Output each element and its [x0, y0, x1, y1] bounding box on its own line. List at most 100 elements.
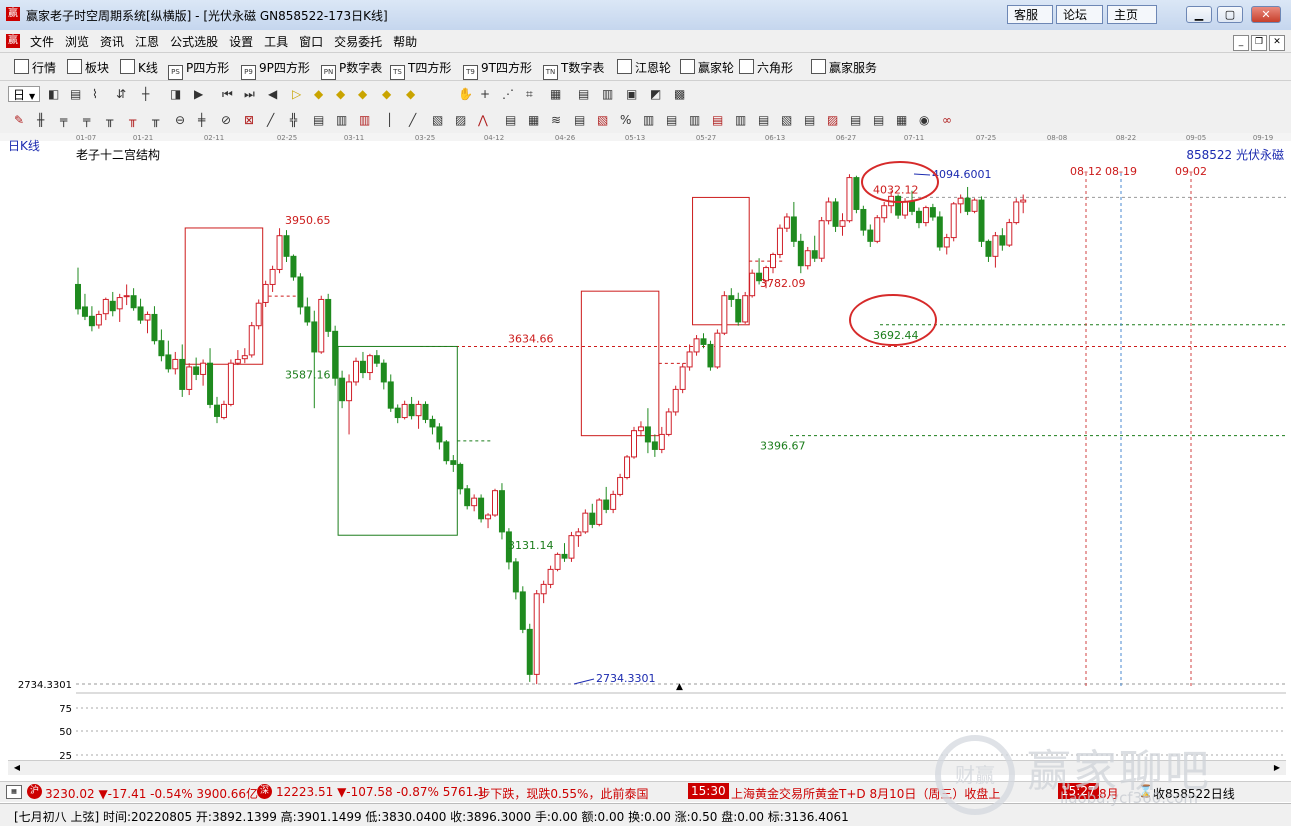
drawing-tool-icon[interactable]: ╱: [267, 113, 281, 127]
period-selector[interactable]: 日 ▼: [8, 86, 40, 102]
toolbar-item-9[interactable]: 江恩轮: [617, 59, 671, 76]
chart-tool-icon[interactable]: ◆: [382, 87, 396, 101]
chart-area[interactable]: 01-07 01-21 02-11 02-25 03-11 03-25 04-12 04-26…: [0, 133, 1291, 762]
chart-tool-icon[interactable]: +: [480, 87, 494, 101]
chart-tool-icon[interactable]: ◩: [650, 87, 664, 101]
mdi-restore-icon[interactable]: ❐: [1251, 35, 1267, 51]
news-ticker[interactable]: -步下跌，现跌0.55%，此前泰国: [474, 785, 684, 802]
menu-item[interactable]: 公式选股: [170, 35, 218, 49]
drawing-tool-icon[interactable]: ▧: [781, 113, 795, 127]
drawing-tool-icon[interactable]: ⊘: [221, 113, 235, 127]
drawing-tool-icon[interactable]: ▨: [455, 113, 469, 127]
chart-tool-icon[interactable]: ▩: [674, 87, 688, 101]
drawing-tool-icon[interactable]: ╪: [198, 113, 212, 127]
drawing-tool-icon[interactable]: ▤: [313, 113, 327, 127]
toolbar-item-12[interactable]: 赢家服务: [811, 59, 877, 76]
toolbar-item-6[interactable]: TS T四方形: [390, 59, 451, 80]
drawing-tool-icon[interactable]: ▤: [850, 113, 864, 127]
drawing-tool-icon[interactable]: ⋀: [478, 113, 492, 127]
menu-item[interactable]: 浏览: [65, 35, 89, 49]
chart-tool-icon[interactable]: ◧: [48, 87, 62, 101]
drawing-tool-icon[interactable]: ▤: [758, 113, 772, 127]
drawing-tool-icon[interactable]: ▤: [712, 113, 726, 127]
drawing-tool-icon[interactable]: ✎: [14, 113, 28, 127]
drawing-tool-icon[interactable]: ▥: [689, 113, 703, 127]
chart-tool-icon[interactable]: ◀: [268, 87, 282, 101]
chart-tool-icon[interactable]: ⋰: [502, 87, 516, 101]
drawing-tool-icon[interactable]: ▥: [359, 113, 373, 127]
chart-tool-icon[interactable]: ⏮: [222, 87, 236, 101]
chart-tool-icon[interactable]: ⌇: [92, 87, 106, 101]
scroll-left-icon[interactable]: ◀: [10, 762, 24, 773]
chart-tool-icon[interactable]: ◨: [170, 87, 184, 101]
service-button[interactable]: 客服: [1007, 5, 1053, 24]
drawing-tool-icon[interactable]: │: [386, 113, 400, 127]
toolbar-item-4[interactable]: P9 9P四方形: [241, 59, 310, 80]
maximize-button[interactable]: ▢: [1217, 6, 1243, 23]
toolbar-item-0[interactable]: 行情: [14, 59, 56, 76]
drawing-tool-icon[interactable]: ▤: [804, 113, 818, 127]
drawing-tool-icon[interactable]: ▤: [574, 113, 588, 127]
toolbar-item-10[interactable]: 赢家轮: [680, 59, 734, 76]
toolbar-item-11[interactable]: 六角形: [739, 59, 793, 76]
drawing-tool-icon[interactable]: ▥: [643, 113, 657, 127]
drawing-tool-icon[interactable]: ▧: [432, 113, 446, 127]
toolbar-item-7[interactable]: T9 9T四方形: [463, 59, 532, 80]
toolbar-item-2[interactable]: K线: [120, 59, 158, 76]
drawing-tool-icon[interactable]: %: [620, 113, 634, 127]
drawing-tool-icon[interactable]: ◉: [919, 113, 933, 127]
chart-tool-icon[interactable]: ▦: [550, 87, 564, 101]
menu-item[interactable]: 工具: [264, 35, 288, 49]
chart-tool-icon[interactable]: ▥: [602, 87, 616, 101]
menu-item[interactable]: 帮助: [393, 35, 417, 49]
drawing-tool-icon[interactable]: ▥: [735, 113, 749, 127]
drawing-tool-icon[interactable]: ≋: [551, 113, 565, 127]
menu-item[interactable]: 江恩: [135, 35, 159, 49]
drawing-tool-icon[interactable]: ▤: [505, 113, 519, 127]
drawing-tool-icon[interactable]: ╥: [152, 113, 166, 127]
chart-tool-icon[interactable]: ▷: [292, 87, 306, 101]
drawing-tool-icon[interactable]: ⊠: [244, 113, 258, 127]
drawing-tool-icon[interactable]: ⊖: [175, 113, 189, 127]
close-button[interactable]: ✕: [1251, 6, 1281, 23]
drawing-tool-icon[interactable]: ╥: [129, 113, 143, 127]
chart-tool-icon[interactable]: ◆: [314, 87, 328, 101]
toolbar-item-1[interactable]: 板块: [67, 59, 109, 76]
drawing-tool-icon[interactable]: ╫: [37, 113, 51, 127]
chart-tool-icon[interactable]: ▤: [70, 87, 84, 101]
chart-tool-icon[interactable]: ⌗: [526, 87, 540, 101]
homepage-button[interactable]: 主页: [1107, 5, 1157, 24]
sz-index-text[interactable]: 12223.51 ▼-107.58 -0.87% 5761.1: [276, 785, 485, 799]
chart-tool-icon[interactable]: ┼: [142, 87, 156, 101]
forum-button[interactable]: 论坛: [1056, 5, 1103, 24]
drawing-tool-icon[interactable]: ╥: [106, 113, 120, 127]
drawing-tool-icon[interactable]: ▨: [827, 113, 841, 127]
chart-tool-icon[interactable]: ◆: [406, 87, 420, 101]
drawing-tool-icon[interactable]: ▥: [336, 113, 350, 127]
drawing-tool-icon[interactable]: ╬: [290, 113, 304, 127]
drawing-tool-icon[interactable]: ╤: [83, 113, 97, 127]
toolbar-item-3[interactable]: PS P四方形: [168, 59, 229, 80]
sh-index-text[interactable]: 3230.02 ▼-17.41 -0.54% 3900.66亿: [45, 785, 258, 802]
drawing-tool-icon[interactable]: ▤: [873, 113, 887, 127]
drawing-tool-icon[interactable]: ▦: [528, 113, 542, 127]
menu-item[interactable]: 交易委托: [334, 35, 382, 49]
kline-chart[interactable]: 01-07 01-21 02-11 02-25 03-11 03-25 04-12 04-26…: [0, 133, 1291, 762]
menu-item[interactable]: 资讯: [100, 35, 124, 49]
drawing-tool-icon[interactable]: ∞: [942, 113, 956, 127]
chart-tool-icon[interactable]: ▶: [194, 87, 208, 101]
chart-tool-icon[interactable]: ▤: [578, 87, 592, 101]
drawing-tool-icon[interactable]: ▦: [896, 113, 910, 127]
menu-item[interactable]: 文件: [30, 35, 54, 49]
chart-tool-icon[interactable]: ◆: [358, 87, 372, 101]
menu-item[interactable]: 窗口: [299, 35, 323, 49]
chart-tool-icon[interactable]: ⇵: [116, 87, 130, 101]
drawing-tool-icon[interactable]: ▤: [666, 113, 680, 127]
mdi-close-icon[interactable]: ✕: [1269, 35, 1285, 51]
drawing-tool-icon[interactable]: ▧: [597, 113, 611, 127]
chart-tool-icon[interactable]: ◆: [336, 87, 350, 101]
toolbar-item-5[interactable]: PN P数字表: [321, 59, 382, 80]
mdi-minimize-icon[interactable]: _: [1233, 35, 1249, 51]
drawing-tool-icon[interactable]: ╤: [60, 113, 74, 127]
drawing-tool-icon[interactable]: ╱: [409, 113, 423, 127]
